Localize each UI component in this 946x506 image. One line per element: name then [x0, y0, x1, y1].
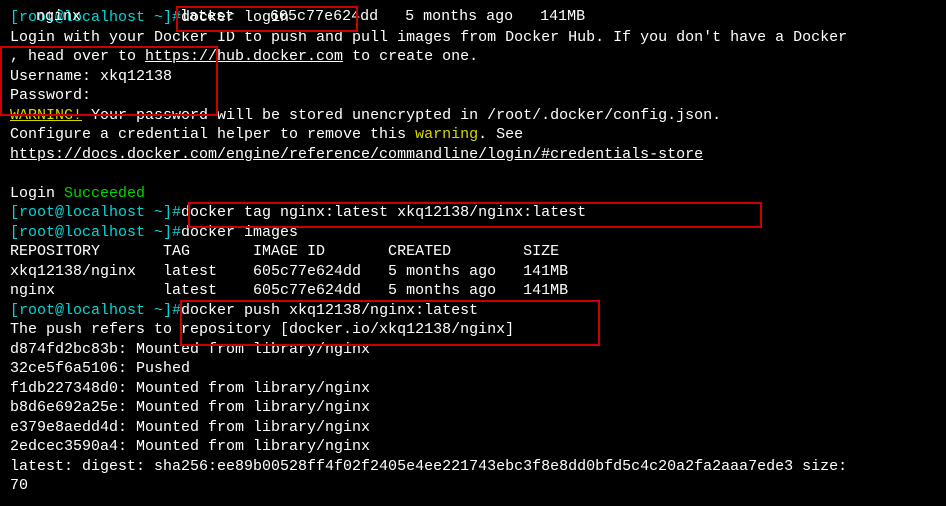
command-docker-images: docker images: [181, 224, 298, 241]
prompt: [root@localhost ~]#: [10, 302, 181, 319]
warning-label: WARNING!: [10, 107, 82, 124]
terminal-line: Your password will be stored unencrypted…: [82, 107, 721, 124]
table-header: REPOSITORY TAG IMAGE ID CREATED SIZE: [10, 243, 559, 260]
link-docker-hub[interactable]: https://hub.docker.com: [145, 48, 343, 65]
terminal-line: d874fd2bc83b: Mounted from library/nginx: [10, 341, 370, 358]
terminal-line: latest: digest: sha256:ee89b00528ff4f02f…: [10, 458, 847, 475]
table-row: xkq12138/nginx latest 605c77e624dd 5 mon…: [10, 263, 568, 280]
terminal-line: 2edcec3590a4: Mounted from library/nginx: [10, 438, 370, 455]
command-docker-push: docker push xkq12138/nginx:latest: [181, 302, 478, 319]
terminal-line: . See: [478, 126, 523, 143]
terminal-line: 32ce5f6a5106: Pushed: [10, 360, 190, 377]
terminal-line: , head over to: [10, 48, 145, 65]
login-succeeded: Succeeded: [64, 185, 145, 202]
terminal-area[interactable]: nginx latest 605c77e624dd 5 months ago 1…: [0, 0, 946, 497]
terminal-line: nginx latest 605c77e624dd 5 months ago 1…: [36, 8, 585, 25]
terminal-line: b8d6e692a25e: Mounted from library/nginx: [10, 399, 370, 416]
terminal-line: e379e8aedd4d: Mounted from library/nginx: [10, 419, 370, 436]
prompt: [root@localhost ~]#: [10, 224, 181, 241]
terminal-line: f1db227348d0: Mounted from library/nginx: [10, 380, 370, 397]
table-row: nginx latest 605c77e624dd 5 months ago 1…: [10, 282, 568, 299]
terminal-line: Login: [10, 185, 64, 202]
terminal-line: The push refers to repository [docker.io…: [10, 321, 514, 338]
prompt: [root@localhost ~]#: [10, 204, 181, 221]
password-line: Password:: [10, 87, 91, 104]
link-credentials-store[interactable]: https://docs.docker.com/engine/reference…: [10, 146, 703, 163]
username-line: Username: xkq12138: [10, 68, 172, 85]
terminal-line: 70: [10, 477, 28, 494]
terminal-line: Configure a credential helper to remove …: [10, 126, 415, 143]
terminal-line: to create one.: [343, 48, 478, 65]
warning-word: warning: [415, 126, 478, 143]
command-docker-tag: docker tag nginx:latest xkq12138/nginx:l…: [181, 204, 586, 221]
